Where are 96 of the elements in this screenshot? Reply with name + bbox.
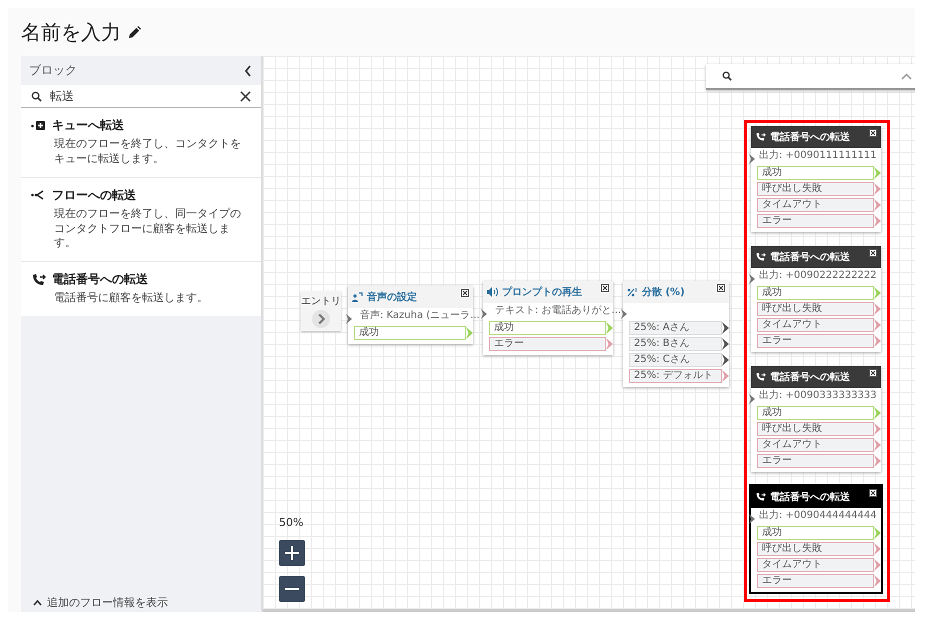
output-port[interactable]: 呼び出し失敗: [757, 422, 874, 436]
block-list-item[interactable]: フローへの転送 現在のフローを終了し、同一タイプのコンタクトフローに顧客を転送します。: [21, 178, 261, 262]
block-detail: 出力: +0090444444444: [759, 510, 877, 522]
output-port[interactable]: タイムアウト: [757, 438, 874, 452]
phone-forward-icon: [755, 252, 766, 262]
close-icon[interactable]: [601, 284, 609, 292]
output-port[interactable]: エラー: [489, 337, 606, 351]
output-port[interactable]: 成功: [757, 406, 874, 420]
output-port[interactable]: エラー: [757, 574, 874, 588]
block-detail: 音声: Kazuha (ニューラ...: [360, 310, 480, 322]
output-port[interactable]: エラー: [757, 454, 874, 468]
chevron-up-icon[interactable]: [33, 599, 42, 606]
input-arrow-icon: [621, 309, 627, 319]
output-port[interactable]: 成功: [757, 286, 874, 300]
block-title: 電話番号への転送: [770, 370, 850, 384]
flow-block[interactable]: 分散 (%) 25%: Aさん 25%: Bさん 25%: Cさん 25%: デフォルト: [623, 281, 729, 387]
block-detail: 出力: +0090111111111: [759, 150, 877, 162]
flow-block[interactable]: 電話番号への転送 出力: +0090111111111 成功 呼び出し失敗 タイムアウト エラー: [751, 126, 881, 232]
chevron-right-icon: [311, 310, 331, 328]
entry-node[interactable]: エントリ: [301, 291, 341, 331]
zoom-level: 50%: [279, 516, 304, 529]
zoom-out-button[interactable]: [279, 576, 305, 602]
flow-name-title: 名前を入力: [21, 18, 121, 46]
close-icon[interactable]: [869, 489, 877, 497]
input-arrow-icon: [749, 274, 755, 284]
output-port[interactable]: 25%: Bさん: [629, 337, 722, 351]
close-icon[interactable]: [869, 129, 877, 137]
output-port[interactable]: 25%: デフォルト: [629, 369, 722, 383]
block-title: キューへ転送: [52, 117, 124, 134]
output-port[interactable]: エラー: [757, 334, 874, 348]
output-port[interactable]: 25%: Cさん: [629, 353, 722, 367]
search-icon: [722, 71, 732, 81]
flow-block[interactable]: 電話番号への転送 出力: +0090222222222 成功 呼び出し失敗 タイムアウト エラー: [751, 246, 881, 352]
input-arrow-icon: [346, 314, 352, 324]
block-title: 電話番号への転送: [770, 250, 850, 264]
output-port[interactable]: 呼び出し失敗: [757, 542, 874, 556]
panel-title: ブロック: [29, 62, 77, 79]
phone-forward-icon: [31, 272, 46, 287]
block-title: 電話番号への転送: [52, 271, 148, 288]
input-arrow-icon: [749, 154, 755, 164]
output-arrow-icon[interactable]: [722, 338, 729, 350]
flow-block[interactable]: 電話番号への転送 出力: +0090333333333 成功 呼び出し失敗 タイムアウト エラー: [751, 366, 881, 472]
clear-icon[interactable]: [240, 90, 251, 102]
block-detail: 出力: +0090333333333: [759, 390, 877, 402]
flow-block[interactable]: 電話番号への転送 出力: +0090444444444 成功 呼び出し失敗 タイムアウト エラー: [751, 486, 881, 592]
output-port[interactable]: 25%: Aさん: [629, 321, 722, 335]
search-field[interactable]: 転送: [21, 85, 261, 108]
phone-forward-icon: [755, 372, 766, 382]
queue-icon: [31, 120, 46, 132]
output-port[interactable]: 成功: [757, 526, 874, 540]
output-port[interactable]: 成功: [489, 321, 606, 335]
block-description: 電話番号に顧客を転送します。: [53, 291, 209, 306]
zoom-in-button[interactable]: [279, 540, 305, 566]
close-icon[interactable]: [869, 249, 877, 257]
output-port[interactable]: エラー: [757, 214, 874, 228]
output-port[interactable]: タイムアウト: [757, 558, 874, 572]
block-list-item[interactable]: キューへ転送 現在のフローを終了し、コンタクトをキューに転送します。: [21, 108, 261, 177]
block-title: プロンプトの再生: [502, 285, 582, 299]
output-port[interactable]: 呼び出し失敗: [757, 302, 874, 316]
close-icon[interactable]: [461, 289, 469, 297]
input-arrow-icon: [749, 514, 755, 524]
plus-icon: [285, 546, 299, 560]
percent-icon: [627, 287, 638, 297]
voice-icon: [352, 292, 363, 302]
output-arrow-icon[interactable]: [722, 322, 729, 334]
show-more-link[interactable]: 追加のフロー情報を表示: [47, 595, 168, 610]
block-list-item[interactable]: 電話番号への転送 電話番号に顧客を転送します。: [21, 262, 261, 316]
collapse-icon[interactable]: [244, 64, 252, 76]
edit-icon[interactable]: [127, 24, 142, 40]
search-icon: [31, 90, 42, 102]
input-arrow-icon: [749, 394, 755, 404]
entry-label: エントリ: [301, 295, 341, 308]
close-icon[interactable]: [717, 284, 725, 292]
block-title: 分散 (%): [642, 286, 685, 299]
block-detail: テキスト: お電話ありがと...: [495, 305, 622, 317]
phone-forward-icon: [755, 132, 766, 142]
block-detail: 出力: +0090222222222: [759, 270, 877, 282]
block-title: 音声の設定: [367, 290, 417, 304]
input-arrow-icon: [481, 309, 487, 319]
block-description: 現在のフローを終了し、同一タイプのコンタクトフローに顧客を転送します。: [53, 206, 242, 252]
output-port[interactable]: タイムアウト: [757, 318, 874, 332]
speaker-icon: [487, 287, 498, 297]
block-title: 電話番号への転送: [770, 490, 850, 504]
search-input[interactable]: 転送: [50, 89, 232, 103]
output-port[interactable]: 呼び出し失敗: [757, 182, 874, 196]
phone-forward-icon: [755, 492, 766, 502]
output-arrow-icon[interactable]: [722, 354, 729, 366]
block-title: 電話番号への転送: [770, 130, 850, 144]
branch-icon: [31, 189, 46, 202]
close-icon[interactable]: [869, 369, 877, 377]
output-port[interactable]: 成功: [354, 326, 466, 340]
block-description: 現在のフローを終了し、コンタクトをキューに転送します。: [53, 137, 242, 167]
block-title: フローへの転送: [52, 186, 136, 204]
canvas-search-field[interactable]: [706, 64, 915, 90]
output-port[interactable]: 成功: [757, 166, 874, 180]
output-port[interactable]: タイムアウト: [757, 198, 874, 212]
